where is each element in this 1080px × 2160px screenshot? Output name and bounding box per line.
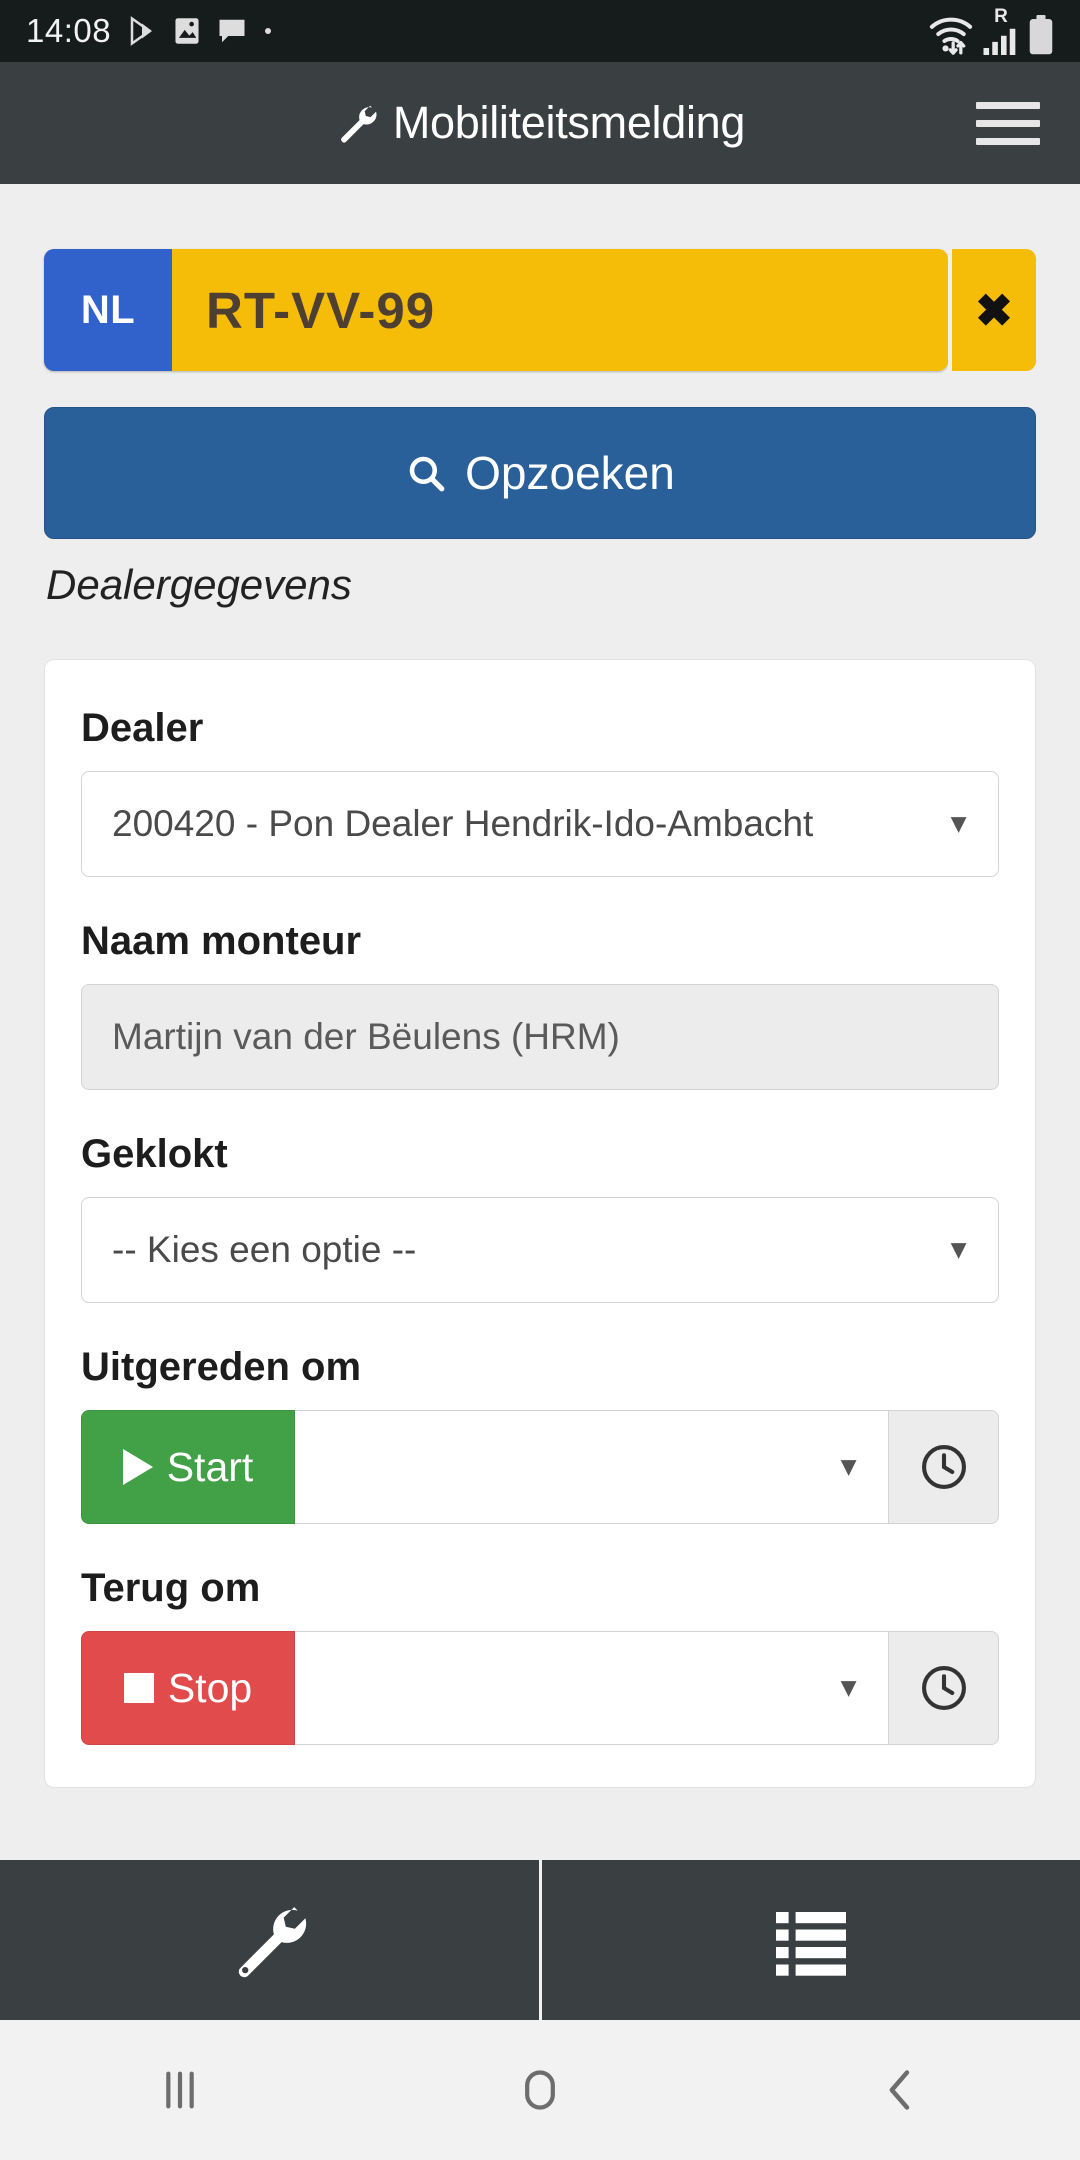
app-header: Mobiliteitsmelding: [0, 62, 1080, 184]
stop-button-label: Stop: [167, 1664, 253, 1711]
search-button[interactable]: Opzoeken: [44, 407, 1036, 539]
field-dealer: Dealer 200420 - Pon Dealer Hendrik-Ido-A…: [81, 706, 999, 877]
field-label-naam-monteur: Naam monteur: [81, 919, 362, 963]
play-store-icon: [130, 16, 153, 46]
list-tab[interactable]: [538, 1860, 1080, 2020]
field-label-dealer: Dealer: [81, 706, 204, 750]
search-button-label: Opzoeken: [465, 447, 675, 499]
stop-square-icon: [123, 1673, 154, 1703]
roaming-signal-icon: R: [983, 7, 1019, 55]
wrench-tab[interactable]: [0, 1860, 539, 2020]
home-icon: [525, 2070, 555, 2110]
uitgereden-clock-button[interactable]: [889, 1410, 999, 1524]
page-content: NL ✖ Opzoeken Dealergegevens Dealer 2004…: [0, 249, 1080, 1788]
page-title: Mobiliteitsmelding: [392, 97, 746, 148]
hamburger-line: [976, 119, 1040, 127]
license-plate-input[interactable]: [172, 249, 948, 371]
status-bar-right: R: [928, 7, 1054, 55]
message-icon: [219, 19, 245, 43]
dealer-select[interactable]: 200420 - Pon Dealer Hendrik-Ido-Ambacht …: [81, 771, 999, 877]
uitgereden-time-input[interactable]: ▼: [295, 1410, 889, 1524]
geklokt-select-value: -- Kies een optie --: [112, 1229, 417, 1270]
field-geklokt: Geklokt -- Kies een optie -- ▼: [81, 1132, 999, 1303]
hamburger-menu-icon[interactable]: [976, 101, 1040, 145]
chevron-down-icon: ▼: [835, 1672, 862, 1703]
wrench-icon: [239, 1907, 307, 1978]
wrench-icon: [341, 105, 377, 143]
naam-monteur-input[interactable]: Martijn van der Bëulens (HRM): [81, 984, 999, 1090]
start-button[interactable]: Start: [81, 1410, 295, 1524]
hamburger-line: [976, 101, 1040, 109]
geklokt-select[interactable]: -- Kies een optie -- ▼: [81, 1197, 999, 1303]
terug-clock-button[interactable]: [889, 1631, 999, 1745]
start-button-label: Start: [166, 1443, 254, 1490]
image-icon: [175, 18, 199, 44]
license-plate: NL: [44, 249, 948, 371]
field-label-uitgereden-om: Uitgereden om: [81, 1345, 362, 1389]
clock-icon: [921, 1445, 966, 1489]
back-button[interactable]: [720, 2062, 1080, 2118]
uitgereden-time-row: Start ▼: [81, 1410, 999, 1524]
terug-time-input[interactable]: ▼: [295, 1631, 889, 1745]
bottom-tab-bar: [0, 1860, 1080, 2020]
status-clock: 14:08: [26, 12, 112, 49]
field-uitgereden-om: Uitgereden om Start ▼: [81, 1345, 999, 1524]
terug-time-row: Stop ▼: [81, 1631, 999, 1745]
chevron-down-icon: ▼: [835, 1451, 862, 1482]
field-label-geklokt: Geklokt: [81, 1132, 228, 1176]
plate-country-code: NL: [44, 249, 172, 371]
clock-icon: [921, 1666, 966, 1710]
field-label-terug-om: Terug om: [81, 1566, 261, 1610]
battery-icon: [1029, 15, 1053, 55]
dot-icon: [265, 28, 272, 34]
android-nav-bar: [0, 2020, 1080, 2160]
search-icon: [409, 456, 445, 492]
dealer-form-card: Dealer 200420 - Pon Dealer Hendrik-Ido-A…: [44, 659, 1036, 1788]
chevron-down-icon: ▼: [945, 808, 972, 839]
play-icon: [122, 1449, 153, 1485]
recents-icon: [166, 2071, 194, 2109]
wifi-icon: [929, 17, 973, 55]
roaming-label: R: [994, 6, 1008, 27]
hamburger-line: [976, 137, 1040, 145]
dealer-select-value: 200420 - Pon Dealer Hendrik-Ido-Ambacht: [112, 803, 814, 844]
field-naam-monteur: Naam monteur Martijn van der Bëulens (HR…: [81, 919, 999, 1090]
list-icon: [775, 1912, 846, 1976]
status-bar: 14:08 R: [0, 0, 1080, 62]
recents-button[interactable]: [0, 2062, 360, 2118]
field-terug-om: Terug om Stop ▼: [81, 1566, 999, 1745]
dealer-data-label: Dealergegevens: [46, 561, 352, 608]
clear-plate-button[interactable]: ✖: [948, 249, 1036, 371]
app-title-group: Mobiliteitsmelding: [0, 97, 1080, 149]
back-icon: [889, 2070, 910, 2110]
chevron-down-icon: ▼: [945, 1234, 972, 1265]
license-plate-row: NL ✖: [44, 249, 1036, 371]
home-button[interactable]: [360, 2062, 720, 2118]
stop-button[interactable]: Stop: [81, 1631, 295, 1745]
status-bar-left: 14:08: [26, 12, 273, 50]
naam-monteur-value: Martijn van der Bëulens (HRM): [112, 1016, 620, 1057]
